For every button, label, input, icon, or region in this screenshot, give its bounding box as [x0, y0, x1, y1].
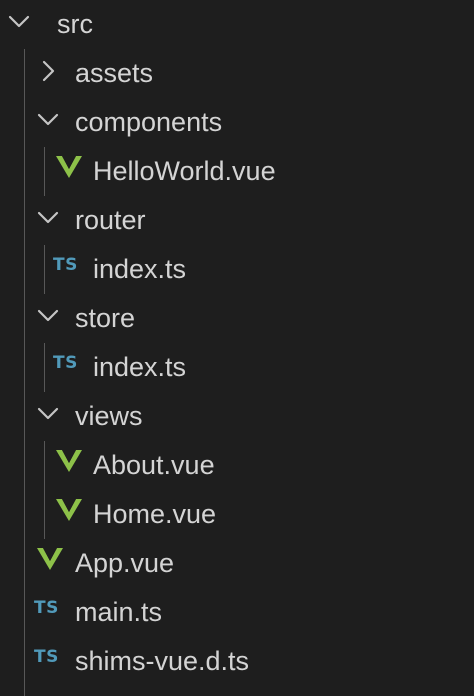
tree-item-components[interactable]: components — [0, 98, 474, 147]
ts-icon: TS — [53, 255, 78, 275]
chevron-right-icon[interactable] — [33, 56, 63, 86]
tree-item-label: HelloWorld.vue — [93, 156, 276, 186]
tree-item-label: About.vue — [93, 450, 215, 480]
tree-item-label: shims-vue.d.ts — [75, 646, 250, 676]
tree-item-label: Home.vue — [93, 499, 217, 529]
vue-icon — [37, 547, 63, 571]
tree-item-router-index-ts[interactable]: TS index.ts — [0, 245, 474, 294]
file-explorer-tree: src assets components HelloWorld.vue rou… — [0, 0, 474, 696]
tree-item-label: index.ts — [93, 352, 187, 382]
tree-item-store-index-ts[interactable]: TS index.ts — [0, 343, 474, 392]
tree-item-home-vue[interactable]: Home.vue — [0, 490, 474, 539]
tree-item-about-vue[interactable]: About.vue — [0, 441, 474, 490]
ts-icon: TS — [53, 353, 78, 373]
tree-item-label: App.vue — [75, 548, 175, 578]
chevron-down-icon[interactable] — [33, 399, 63, 429]
vue-icon — [56, 498, 82, 522]
chevron-down-icon[interactable] — [33, 105, 63, 135]
chevron-down-icon[interactable] — [33, 203, 63, 233]
tree-item-label: index.ts — [93, 254, 187, 284]
tree-item-label: assets — [75, 58, 154, 88]
tree-item-router[interactable]: router — [0, 196, 474, 245]
tree-item-src[interactable]: src — [0, 0, 474, 49]
tree-item-label: components — [75, 107, 223, 137]
tree-item-store[interactable]: store — [0, 294, 474, 343]
tree-item-label: src — [57, 9, 93, 39]
chevron-down-icon[interactable] — [33, 301, 63, 331]
tree-item-helloworld-vue[interactable]: HelloWorld.vue — [0, 147, 474, 196]
tree-item-label: store — [75, 303, 136, 333]
vue-icon — [56, 155, 82, 179]
ts-icon: TS — [34, 598, 59, 618]
ts-icon: TS — [34, 647, 59, 667]
tree-item-assets[interactable]: assets — [0, 49, 474, 98]
tree-item-label: main.ts — [75, 597, 163, 627]
tree-item-shims-vue-d-ts[interactable]: TS shims-vue.d.ts — [0, 637, 474, 686]
vue-icon — [56, 449, 82, 473]
tree-item-label: views — [75, 401, 143, 431]
tree-item-main-ts[interactable]: TS main.ts — [0, 588, 474, 637]
tree-item-views[interactable]: views — [0, 392, 474, 441]
chevron-down-icon[interactable] — [4, 7, 34, 37]
tree-item-app-vue[interactable]: App.vue — [0, 539, 474, 588]
tree-item-label: router — [75, 205, 146, 235]
